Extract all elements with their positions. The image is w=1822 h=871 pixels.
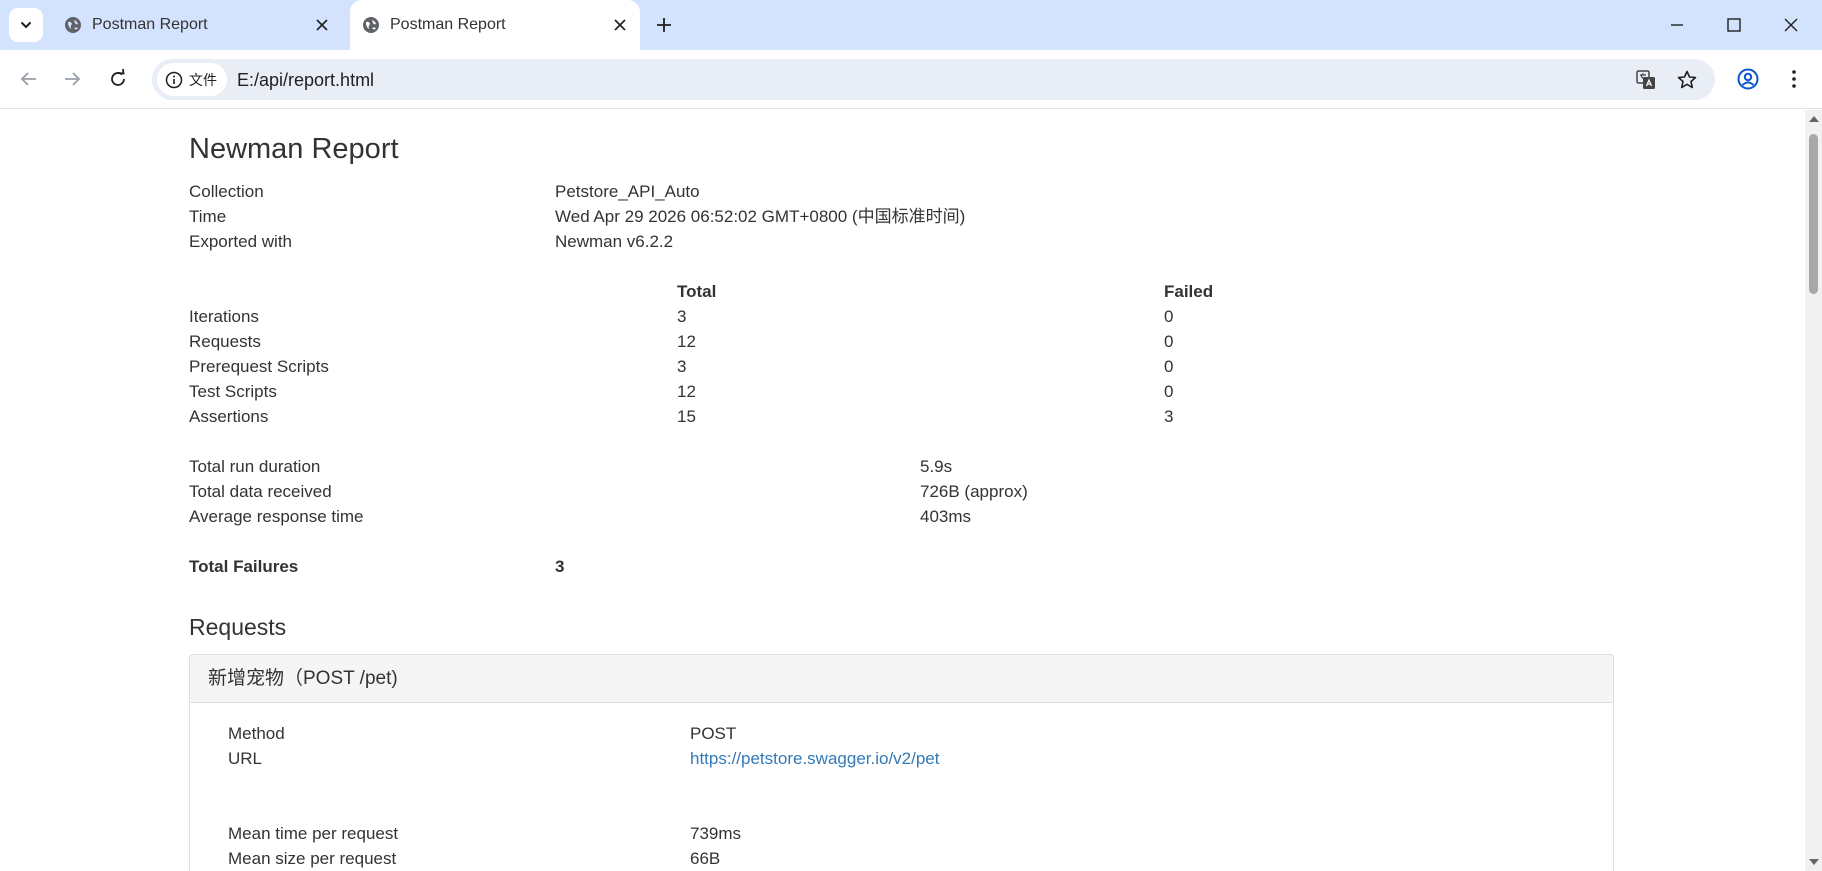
total-failures-value: 3 — [555, 557, 565, 576]
summary-header-failed: Failed — [1164, 282, 1214, 301]
mean-time-value: 739ms — [690, 824, 742, 843]
site-info-button[interactable]: 文件 — [157, 63, 227, 96]
meta-label-exported: Exported with — [189, 232, 292, 251]
summary-total: 12 — [677, 382, 696, 401]
timing-value: 5.9s — [920, 457, 953, 476]
tab-strip: Postman Report Postman Report — [0, 0, 1822, 50]
request-method-label: Method — [228, 724, 285, 743]
summary-total: 3 — [677, 307, 687, 326]
forward-arrow-icon[interactable] — [60, 67, 84, 91]
tab-search-button[interactable] — [9, 8, 43, 42]
request-title: 新增宠物（POST /pet) — [208, 668, 398, 689]
summary-total: 15 — [677, 407, 696, 426]
meta-label-collection: Collection — [189, 182, 264, 201]
total-failures-label: Total Failures — [189, 557, 299, 576]
mean-size-value: 66B — [690, 849, 721, 868]
scroll-down-arrow-icon[interactable] — [1809, 859, 1819, 865]
translate-icon[interactable] — [1634, 68, 1658, 92]
request-method-value: POST — [690, 724, 737, 743]
mean-time-label: Mean time per request — [228, 824, 399, 843]
request-panel: 新增宠物（POST /pet) Method POST URL https://… — [189, 654, 1614, 871]
globe-icon — [65, 17, 81, 33]
reload-icon[interactable] — [106, 67, 130, 91]
summary-label: Prerequest Scripts — [189, 357, 329, 376]
summary-label: Iterations — [189, 307, 259, 326]
timing-value: 726B (approx) — [920, 482, 1028, 501]
site-info-label: 文件 — [189, 71, 217, 88]
vertical-scrollbar[interactable] — [1805, 110, 1822, 871]
page-content: Newman Report Collection Petstore_API_Au… — [0, 110, 1805, 871]
tab-title: Postman Report — [92, 16, 208, 33]
tab-title: Postman Report — [390, 16, 506, 33]
summary-label: Assertions — [189, 407, 269, 426]
meta-value-time: Wed Apr 29 2026 06:52:02 GMT+0800 (中国标准时… — [555, 207, 966, 226]
minimize-icon[interactable] — [1665, 13, 1689, 37]
summary-failed: 0 — [1164, 382, 1174, 401]
profile-icon[interactable] — [1736, 67, 1760, 91]
close-icon[interactable] — [1779, 13, 1803, 37]
timing-label: Total run duration — [189, 457, 321, 476]
url-text[interactable]: E:/api/report.html — [237, 69, 374, 91]
globe-icon — [363, 17, 379, 33]
summary-failed: 0 — [1164, 307, 1174, 326]
summary-total: 12 — [677, 332, 696, 351]
info-icon — [165, 71, 183, 88]
close-icon[interactable] — [314, 17, 330, 33]
timing-label: Total data received — [189, 482, 332, 501]
meta-value-collection: Petstore_API_Auto — [555, 182, 700, 201]
back-arrow-icon[interactable] — [17, 67, 41, 91]
meta-label-time: Time — [189, 207, 227, 226]
summary-failed: 0 — [1164, 357, 1174, 376]
plus-icon[interactable] — [652, 13, 676, 37]
requests-heading: Requests — [189, 614, 287, 640]
chevron-down-icon — [21, 22, 31, 29]
maximize-icon[interactable] — [1722, 13, 1746, 37]
timing-value: 403ms — [920, 507, 972, 526]
summary-failed: 0 — [1164, 332, 1174, 351]
mean-size-label: Mean size per request — [228, 849, 397, 868]
meta-value-exported: Newman v6.2.2 — [555, 232, 674, 251]
tab-postman-report-1[interactable]: Postman Report — [52, 0, 342, 50]
summary-failed: 3 — [1164, 407, 1174, 426]
summary-total: 3 — [677, 357, 687, 376]
browser-toolbar: 文件 E:/api/report.html — [0, 50, 1822, 109]
scroll-up-arrow-icon[interactable] — [1809, 116, 1819, 122]
summary-label: Test Scripts — [189, 382, 277, 401]
address-bar[interactable]: 文件 E:/api/report.html — [152, 59, 1715, 100]
kebab-menu-icon[interactable] — [1782, 67, 1806, 91]
tab-postman-report-2[interactable]: Postman Report — [350, 0, 640, 50]
scrollbar-thumb[interactable] — [1809, 134, 1818, 294]
summary-label: Requests — [189, 332, 261, 351]
report-title: Newman Report — [189, 133, 399, 165]
summary-header-total: Total — [677, 282, 717, 301]
request-url-label: URL — [228, 749, 263, 768]
timing-label: Average response time — [189, 507, 364, 526]
request-url-link[interactable]: https://petstore.swagger.io/v2/pet — [690, 747, 939, 771]
request-panel-heading[interactable]: 新增宠物（POST /pet) — [190, 655, 1613, 703]
close-icon[interactable] — [612, 17, 628, 33]
star-icon[interactable] — [1675, 68, 1699, 92]
